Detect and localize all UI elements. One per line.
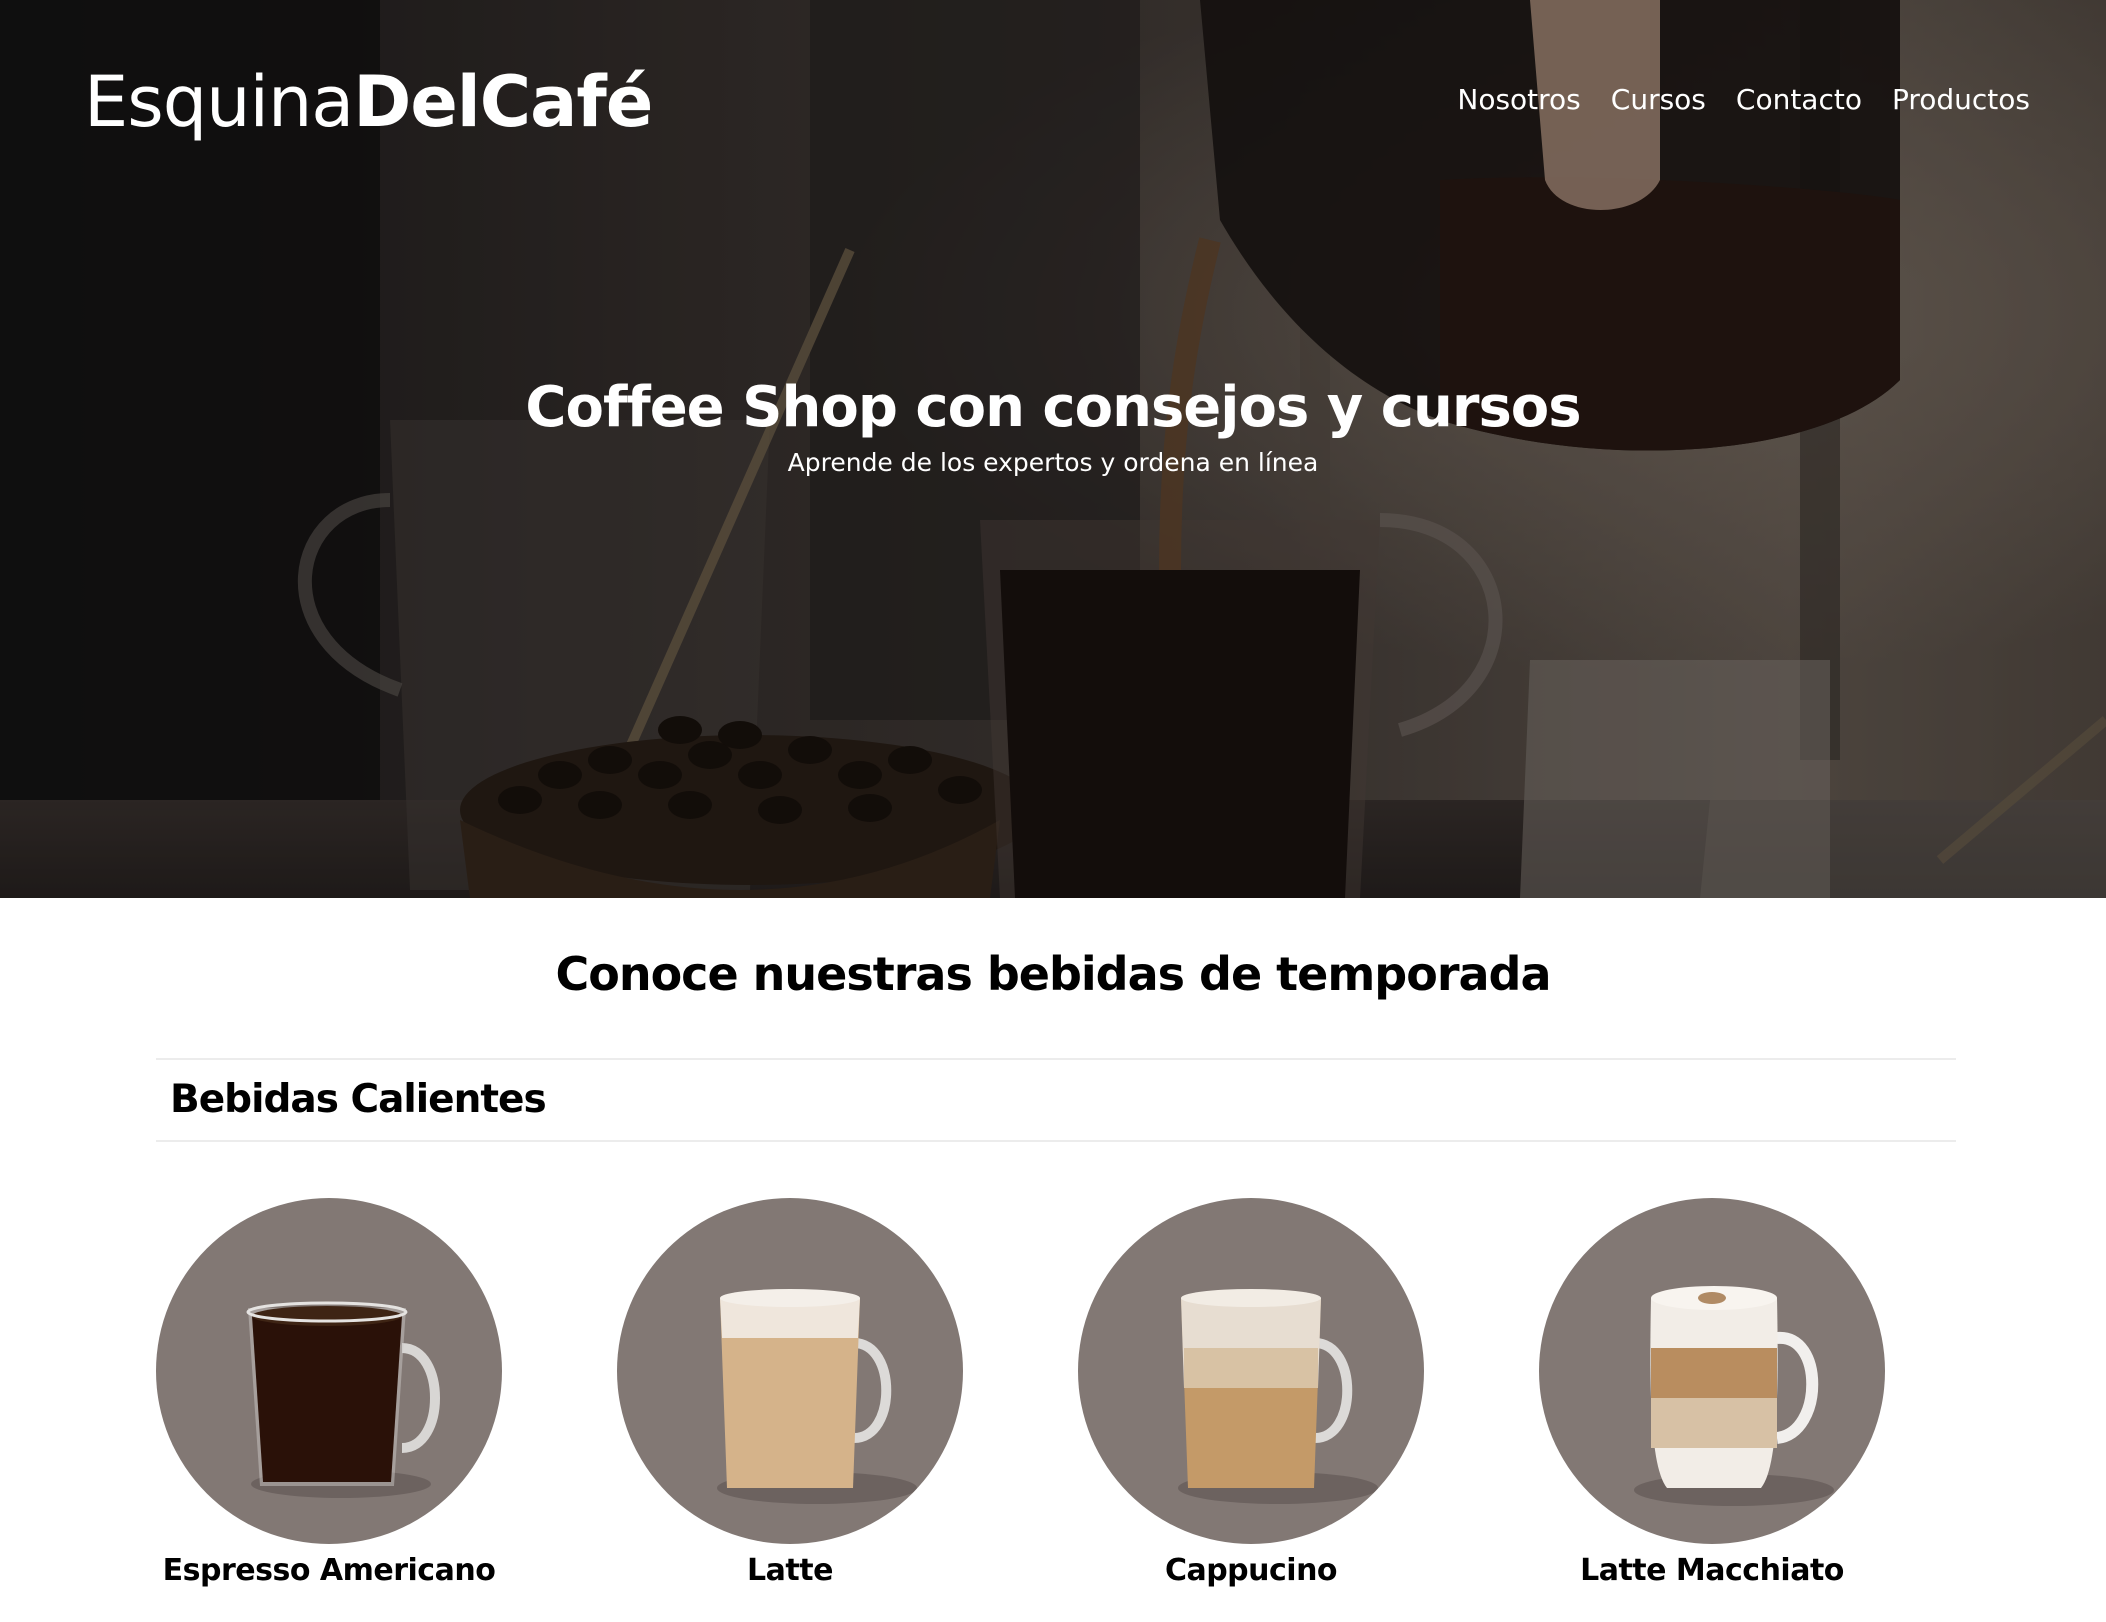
nav-link-cursos[interactable]: Cursos xyxy=(1611,80,1706,120)
nav-link-contacto[interactable]: Contacto xyxy=(1736,80,1862,120)
product-card-latte[interactable]: Latte xyxy=(617,1198,963,1608)
hero-section: EsquinaDelCafé Nosotros Cursos Contacto … xyxy=(0,0,2106,898)
product-card-cappucino[interactable]: Cappucino xyxy=(1078,1198,1424,1608)
product-image-circle[interactable] xyxy=(617,1198,963,1544)
product-card-latte-macchiato[interactable]: Latte Macchiato xyxy=(1539,1198,1885,1608)
site-logo[interactable]: EsquinaDelCafé xyxy=(84,61,653,143)
site-header: EsquinaDelCafé Nosotros Cursos Contacto … xyxy=(0,0,2106,200)
product-name[interactable]: Espresso Americano xyxy=(116,1550,542,1592)
hero-title: Coffee Shop con consejos y cursos xyxy=(525,375,1581,440)
logo-text-light: Esquina xyxy=(84,61,354,143)
product-name[interactable]: Cappucino xyxy=(1038,1550,1464,1592)
category-title: Bebidas Calientes xyxy=(170,1077,547,1122)
product-grid: Espresso Americano Latte Cappucino Latte… xyxy=(156,1198,1956,1608)
section-title: Conoce nuestras bebidas de temporada xyxy=(555,947,1551,1001)
product-name[interactable]: Latte Macchiato xyxy=(1499,1550,1925,1592)
cappucino-mug-icon xyxy=(1178,1289,1378,1504)
nav-link-nosotros[interactable]: Nosotros xyxy=(1457,80,1580,120)
espresso-americano-mug-icon xyxy=(246,1301,440,1498)
product-image-circle[interactable] xyxy=(1539,1198,1885,1544)
latte-macchiato-mug-icon xyxy=(1634,1286,1834,1506)
product-image-circle[interactable] xyxy=(1078,1198,1424,1544)
latte-mug-icon xyxy=(717,1289,917,1504)
hero-subtitle: Aprende de los expertos y ordena en líne… xyxy=(787,448,1319,477)
product-card-espresso-americano[interactable]: Espresso Americano xyxy=(156,1198,502,1608)
hero-text: Coffee Shop con consejos y cursos Aprend… xyxy=(0,370,2106,480)
category-header: Bebidas Calientes xyxy=(156,1058,1956,1142)
logo-text-bold: DelCafé xyxy=(353,61,653,143)
nav-link-productos[interactable]: Productos xyxy=(1892,80,2030,120)
main-nav: Nosotros Cursos Contacto Productos xyxy=(1457,80,2030,120)
product-image-circle[interactable] xyxy=(156,1198,502,1544)
product-name[interactable]: Latte xyxy=(577,1550,1003,1592)
